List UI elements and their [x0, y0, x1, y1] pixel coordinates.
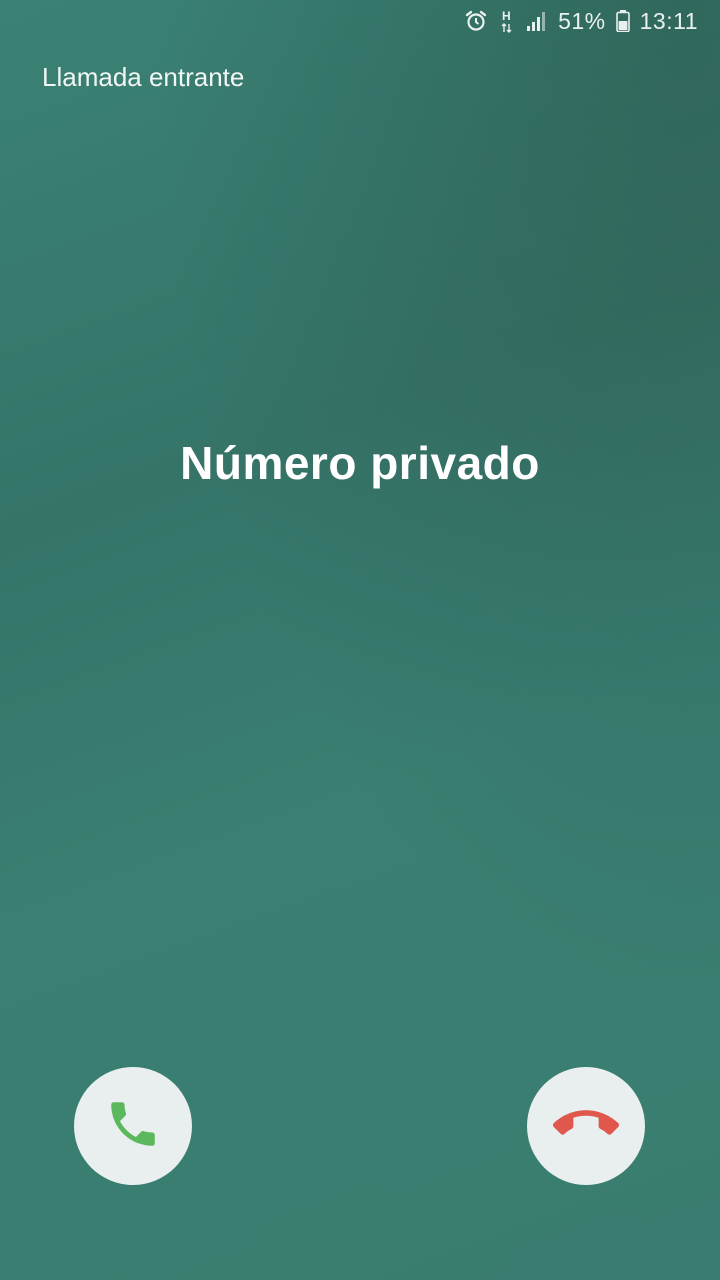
phone-accept-icon — [104, 1095, 162, 1158]
hspa-data-icon: H — [498, 8, 516, 34]
phone-decline-icon — [553, 1091, 619, 1162]
status-bar: H 51% 13:11 — [0, 0, 720, 42]
svg-text:H: H — [502, 9, 511, 23]
accept-call-button[interactable] — [74, 1067, 192, 1185]
battery-icon — [615, 10, 630, 32]
decline-call-button[interactable] — [527, 1067, 645, 1185]
alarm-icon — [464, 9, 488, 33]
signal-icon — [526, 10, 548, 32]
battery-percent: 51% — [558, 7, 606, 34]
incoming-call-screen: H 51% 13:11 Llamada entrante Número priv… — [0, 0, 720, 1280]
clock: 13:11 — [639, 7, 698, 34]
caller-name: Número privado — [180, 437, 540, 489]
call-status-label: Llamada entrante — [42, 62, 245, 92]
